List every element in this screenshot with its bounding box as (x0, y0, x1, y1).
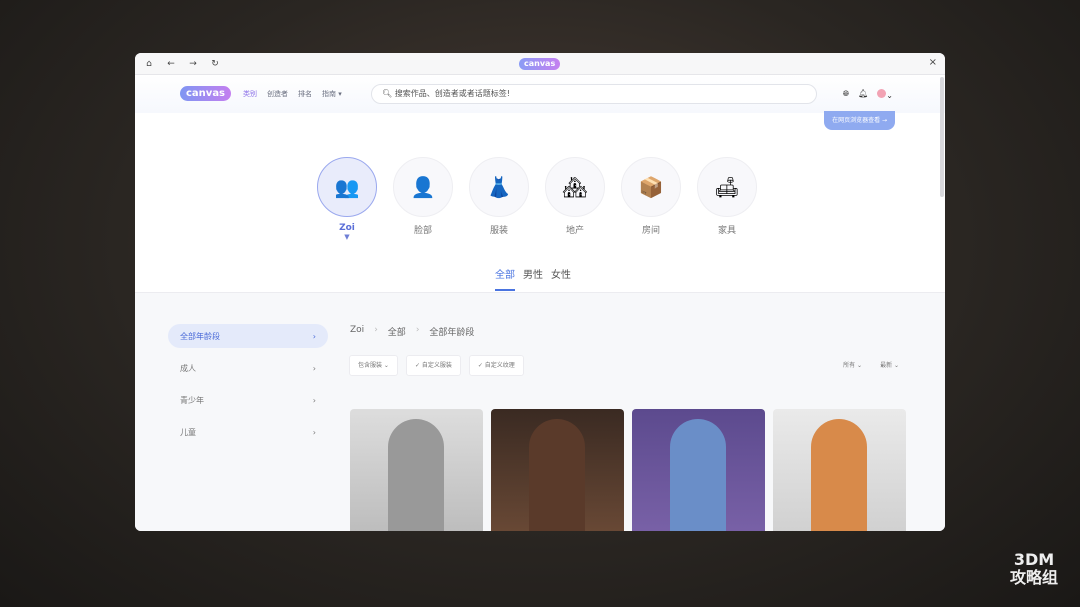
category-label: 地产 (565, 226, 584, 236)
content-area: 全部年龄段 › 成人 › 青少年 › 儿童 › Zoi › 全部 › 全部年龄段 包含服装 … (135, 292, 945, 531)
caret-down-icon: ▼ (344, 233, 350, 241)
thumbnail-image (529, 419, 585, 531)
search-icon: 🔍︎ (382, 89, 395, 98)
sofa-icon: 🛋 (697, 157, 757, 217)
sort-dropdown[interactable]: 最新 ⌄ (880, 360, 899, 369)
chevron-right-icon: › (312, 363, 316, 373)
custom-clothing-filter[interactable]: ✓ 自定义服装 (405, 355, 461, 376)
title-bar: ⌂ ← → ↻ canvas × (135, 53, 945, 75)
scope-dropdown[interactable]: 所有 ⌄ (843, 360, 862, 369)
result-card[interactable] (632, 409, 765, 531)
tab-female[interactable]: 女性 (551, 266, 571, 291)
category-face[interactable]: 👤 脸部 (393, 157, 453, 241)
nav-creators[interactable]: 创造者 (267, 89, 288, 99)
category-label: 服装 (489, 226, 508, 236)
watermark-logo: 3DM 攻略组 (1010, 551, 1058, 587)
chevron-right-icon: › (312, 331, 316, 341)
result-card[interactable] (491, 409, 624, 531)
category-label: 家具 (717, 226, 736, 236)
result-card[interactable] (773, 409, 906, 531)
canvas-logo[interactable]: canvas (180, 86, 232, 101)
tab-male[interactable]: 男性 (523, 266, 543, 291)
search-placeholder: 搜索作品、创造者或者话题标签! (394, 89, 510, 98)
age-sidebar: 全部年龄段 › 成人 › 青少年 › 儿童 › (168, 324, 328, 452)
nav-ranking[interactable]: 排名 (298, 89, 312, 99)
sidebar-item-teen[interactable]: 青少年 › (168, 388, 328, 412)
home-icon[interactable]: ⌂ (143, 59, 155, 69)
sidebar-label: 全部年龄段 (180, 331, 220, 341)
watermark-line: 3DM (1013, 550, 1055, 569)
category-label: Zoi (339, 223, 355, 233)
people-icon: 👥 (317, 157, 377, 217)
bell-icon[interactable]: 🔔︎ (858, 89, 868, 100)
breadcrumb-item[interactable]: Zoi (350, 325, 364, 338)
category-estate[interactable]: 🏘 地产 (545, 157, 605, 241)
search-input[interactable]: 🔍︎ 搜索作品、创造者或者话题标签! (371, 84, 817, 104)
title-logo: canvas (519, 58, 561, 70)
results-grid (350, 409, 906, 531)
dress-icon: 👗 (469, 157, 529, 217)
breadcrumb-item[interactable]: 全部 (388, 325, 406, 338)
refresh-icon[interactable]: ↻ (209, 59, 221, 69)
face-icon: 👤 (393, 157, 453, 217)
chevron-right-icon: › (312, 427, 316, 437)
open-in-browser-button[interactable]: 在网页浏览器查看 → (824, 111, 895, 130)
category-label: 脸部 (413, 226, 432, 236)
box-icon: 📦 (621, 157, 681, 217)
sidebar-label: 儿童 (180, 427, 196, 437)
chevron-right-icon: › (374, 325, 378, 335)
sidebar-item-all-ages[interactable]: 全部年龄段 › (168, 324, 328, 348)
sidebar-item-adult[interactable]: 成人 › (168, 356, 328, 380)
forward-icon[interactable]: → (187, 59, 199, 69)
thumbnail-image (388, 419, 444, 531)
category-clothing[interactable]: 👗 服装 (469, 157, 529, 241)
header: canvas 类别 创造者 排名 指南 ▾ 🔍︎ 搜索作品、创造者或者话题标签!… (135, 75, 945, 113)
nav-guide[interactable]: 指南 ▾ (322, 89, 342, 99)
custom-texture-filter[interactable]: ✓ 自定义纹理 (468, 355, 524, 376)
building-icon: 🏘 (545, 157, 605, 217)
thumbnail-image (670, 419, 726, 531)
back-icon[interactable]: ← (165, 59, 177, 69)
gender-tabs: 全部 男性 女性 (495, 266, 571, 291)
avatar[interactable]: ⌄ (877, 89, 893, 100)
category-zoi[interactable]: 👥 Zoi ▼ (317, 157, 377, 241)
tab-all[interactable]: 全部 (495, 266, 515, 291)
chevron-right-icon: › (312, 395, 316, 405)
category-room[interactable]: 📦 房间 (621, 157, 681, 241)
close-icon[interactable]: × (929, 57, 937, 68)
category-furniture[interactable]: 🛋 家具 (697, 157, 757, 241)
category-list: 👥 Zoi ▼ 👤 脸部 👗 服装 🏘 地产 📦 房间 🛋 家具 (317, 157, 757, 241)
thumbnail-image (811, 419, 867, 531)
sidebar-label: 成人 (180, 363, 196, 373)
app-window: ⌂ ← → ↻ canvas × canvas 类别 创造者 排名 指南 ▾ 🔍… (135, 53, 945, 531)
nav-categories[interactable]: 类别 (243, 89, 257, 99)
result-card[interactable] (350, 409, 483, 531)
sidebar-label: 青少年 (180, 395, 204, 405)
breadcrumb: Zoi › 全部 › 全部年龄段 (350, 325, 474, 338)
main-nav: 类别 创造者 排名 指南 ▾ (243, 89, 342, 99)
category-label: 房间 (641, 226, 660, 236)
chevron-right-icon: › (415, 325, 420, 335)
sidebar-item-child[interactable]: 儿童 › (168, 420, 328, 444)
watermark-line: 攻略组 (1009, 568, 1058, 587)
globe-icon[interactable]: 🌐︎ (843, 89, 849, 100)
breadcrumb-item: 全部年龄段 (429, 328, 475, 338)
include-clothing-dropdown[interactable]: 包含服装 ⌄ (349, 355, 398, 376)
scrollbar[interactable] (940, 77, 944, 197)
